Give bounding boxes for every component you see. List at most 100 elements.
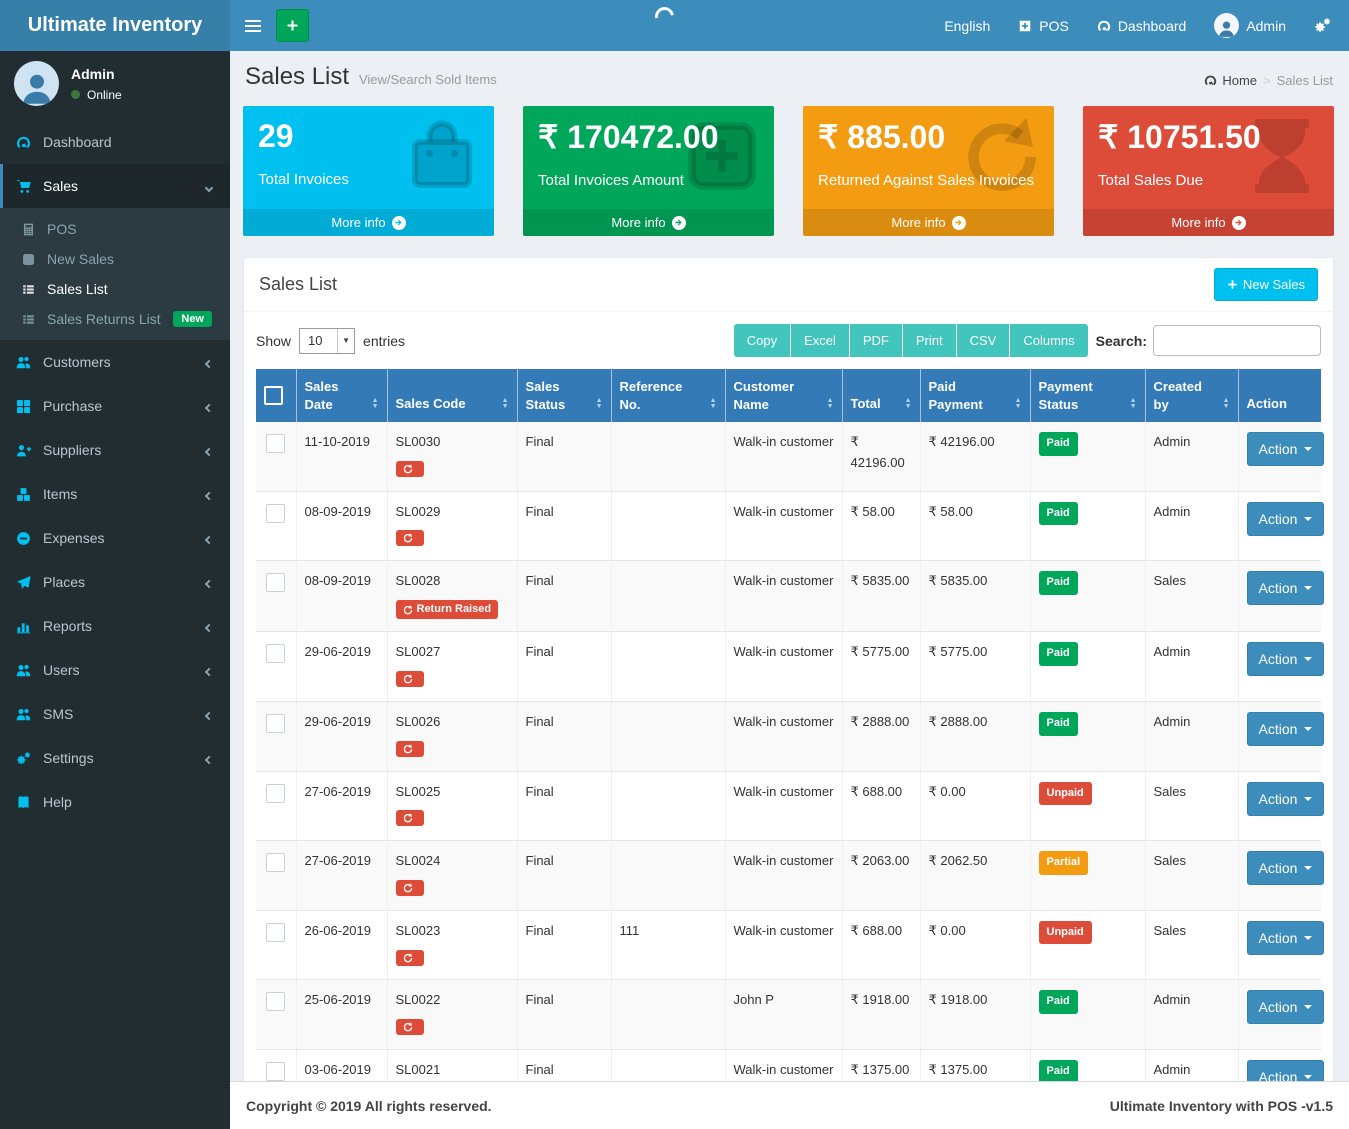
brand-title: Ultimate Inventory [28, 14, 202, 37]
sidebar-submenu: POS New Sales Sales List Sales Returns L… [0, 208, 230, 340]
quick-add-button[interactable] [276, 9, 309, 42]
hamburger-icon [245, 25, 261, 27]
row-action-button[interactable]: Action [1247, 571, 1325, 605]
sidebar-item-purchase[interactable]: Purchase [0, 384, 230, 428]
user-name: Admin [71, 66, 122, 82]
sort-icon: ▲▼ [1130, 398, 1137, 413]
breadcrumb-home[interactable]: Home [1204, 73, 1257, 88]
arrow-circle-right-icon [1232, 216, 1246, 230]
chevron-icon [206, 530, 212, 546]
row-action-button[interactable]: Action [1247, 642, 1325, 676]
nav-user-menu[interactable]: Admin [1200, 0, 1300, 51]
sidebar-item-places[interactable]: Places [0, 560, 230, 604]
column-header-customer-name[interactable]: Customer Name ▲▼ [725, 369, 842, 422]
more-info-link[interactable]: More info [803, 209, 1054, 236]
sort-icon: ▲▼ [1223, 398, 1230, 413]
row-action-button[interactable]: Action [1247, 851, 1325, 885]
more-info-link[interactable]: More info [1083, 209, 1334, 236]
sales-status-cell: Final [517, 702, 611, 772]
export-button-excel[interactable]: Excel [791, 324, 850, 357]
export-button-columns[interactable]: Columns [1010, 324, 1087, 357]
sidebar-item-suppliers[interactable]: Suppliers [0, 428, 230, 472]
row-checkbox[interactable] [266, 644, 285, 663]
sales-status-cell: Final [517, 491, 611, 561]
export-button-csv[interactable]: CSV [957, 324, 1011, 357]
row-checkbox[interactable] [266, 923, 285, 942]
arrow-circle-right-icon [952, 216, 966, 230]
return-raised-badge [396, 880, 424, 896]
column-header-reference-no-[interactable]: Reference No. ▲▼ [611, 369, 725, 422]
brand[interactable]: Ultimate Inventory [0, 0, 230, 51]
row-action-button[interactable]: Action [1247, 782, 1325, 816]
search-input[interactable] [1153, 325, 1321, 356]
return-raised-badge [396, 810, 424, 826]
sales-date-cell: 29-06-2019 [296, 702, 387, 772]
payment-status-badge: Paid [1039, 1060, 1078, 1081]
info-box: ₹ 10751.50 Total Sales Due More info [1083, 106, 1334, 236]
select-all-header[interactable] [256, 369, 296, 422]
export-buttons: CopyExcelPDFPrintCSVColumns [734, 324, 1088, 357]
column-header-sales-date[interactable]: Sales Date ▲▼ [296, 369, 387, 422]
export-button-print[interactable]: Print [903, 324, 957, 357]
sidebar-item-sales[interactable]: Sales [0, 164, 230, 208]
nav-pos[interactable]: POS [1004, 0, 1083, 51]
row-action-button[interactable]: Action [1247, 432, 1325, 466]
created-by-cell: Admin [1145, 422, 1238, 491]
row-action-button[interactable]: Action [1247, 712, 1325, 746]
row-checkbox[interactable] [266, 573, 285, 592]
column-header-total[interactable]: Total ▲▼ [842, 369, 920, 422]
export-button-copy[interactable]: Copy [734, 324, 791, 357]
sidebar-item-customers[interactable]: Customers [0, 340, 230, 384]
sales-status-cell: Final [517, 980, 611, 1050]
column-header-created-by[interactable]: Created by ▲▼ [1145, 369, 1238, 422]
row-checkbox[interactable] [266, 853, 285, 872]
column-header-payment-status[interactable]: Payment Status ▲▼ [1030, 369, 1145, 422]
row-checkbox[interactable] [266, 714, 285, 733]
nav-language[interactable]: English [930, 0, 1004, 51]
row-checkbox[interactable] [266, 434, 285, 453]
column-header-sales-code[interactable]: Sales Code ▲▼ [387, 369, 517, 422]
row-action-button[interactable]: Action [1247, 990, 1325, 1024]
sidebar-item-items[interactable]: Items [0, 472, 230, 516]
payment-status-badge: Paid [1039, 642, 1078, 666]
sidebar-item-dashboard[interactable]: Dashboard [0, 120, 230, 164]
nav-dashboard[interactable]: Dashboard [1083, 0, 1201, 51]
column-header-sales-status[interactable]: Sales Status ▲▼ [517, 369, 611, 422]
page-length-select[interactable]: 10 ▼ [299, 328, 355, 354]
sidebar-item-help[interactable]: Help [0, 780, 230, 824]
sidebar-item-sms[interactable]: SMS [0, 692, 230, 736]
more-info-link[interactable]: More info [523, 209, 774, 236]
sidebar-item-expenses[interactable]: Expenses [0, 516, 230, 560]
sidebar-item-label: Places [43, 574, 206, 590]
row-action-button[interactable]: Action [1247, 1060, 1325, 1081]
sidebar-item-label: Settings [43, 750, 206, 766]
sort-icon: ▲▼ [596, 398, 603, 413]
column-header-action[interactable]: Action [1238, 369, 1321, 422]
sidebar-item-users[interactable]: Users [0, 648, 230, 692]
sidebar-item-sales-list[interactable]: Sales List [0, 274, 230, 304]
row-checkbox[interactable] [266, 1062, 285, 1081]
sales-code-cell: SL0027 [387, 632, 517, 702]
column-header-paid-payment[interactable]: Paid Payment ▲▼ [920, 369, 1030, 422]
row-checkbox[interactable] [266, 784, 285, 803]
sort-icon: ▲▼ [502, 398, 509, 413]
new-sales-button[interactable]: New Sales [1214, 268, 1318, 301]
sidebar-item-sales-returns-list[interactable]: Sales Returns List New [0, 304, 230, 334]
select-all-checkbox[interactable] [264, 386, 283, 405]
customer-cell: Walk-in customer [725, 422, 842, 491]
sidebar-item-new-sales[interactable]: New Sales [0, 244, 230, 274]
row-action-button[interactable]: Action [1247, 921, 1325, 955]
book-icon [16, 795, 43, 810]
sidebar: Admin Online Dashboard Sales POS New Sal… [0, 51, 230, 1129]
row-checkbox[interactable] [266, 992, 285, 1011]
nav-settings[interactable] [1300, 0, 1349, 51]
more-info-link[interactable]: More info [243, 209, 494, 236]
sidebar-toggle-button[interactable] [230, 0, 276, 51]
sidebar-item-reports[interactable]: Reports [0, 604, 230, 648]
export-button-pdf[interactable]: PDF [850, 324, 903, 357]
sidebar-item-pos[interactable]: POS [0, 214, 230, 244]
chevron-icon [206, 662, 212, 678]
row-action-button[interactable]: Action [1247, 502, 1325, 536]
sidebar-item-settings[interactable]: Settings [0, 736, 230, 780]
row-checkbox[interactable] [266, 504, 285, 523]
